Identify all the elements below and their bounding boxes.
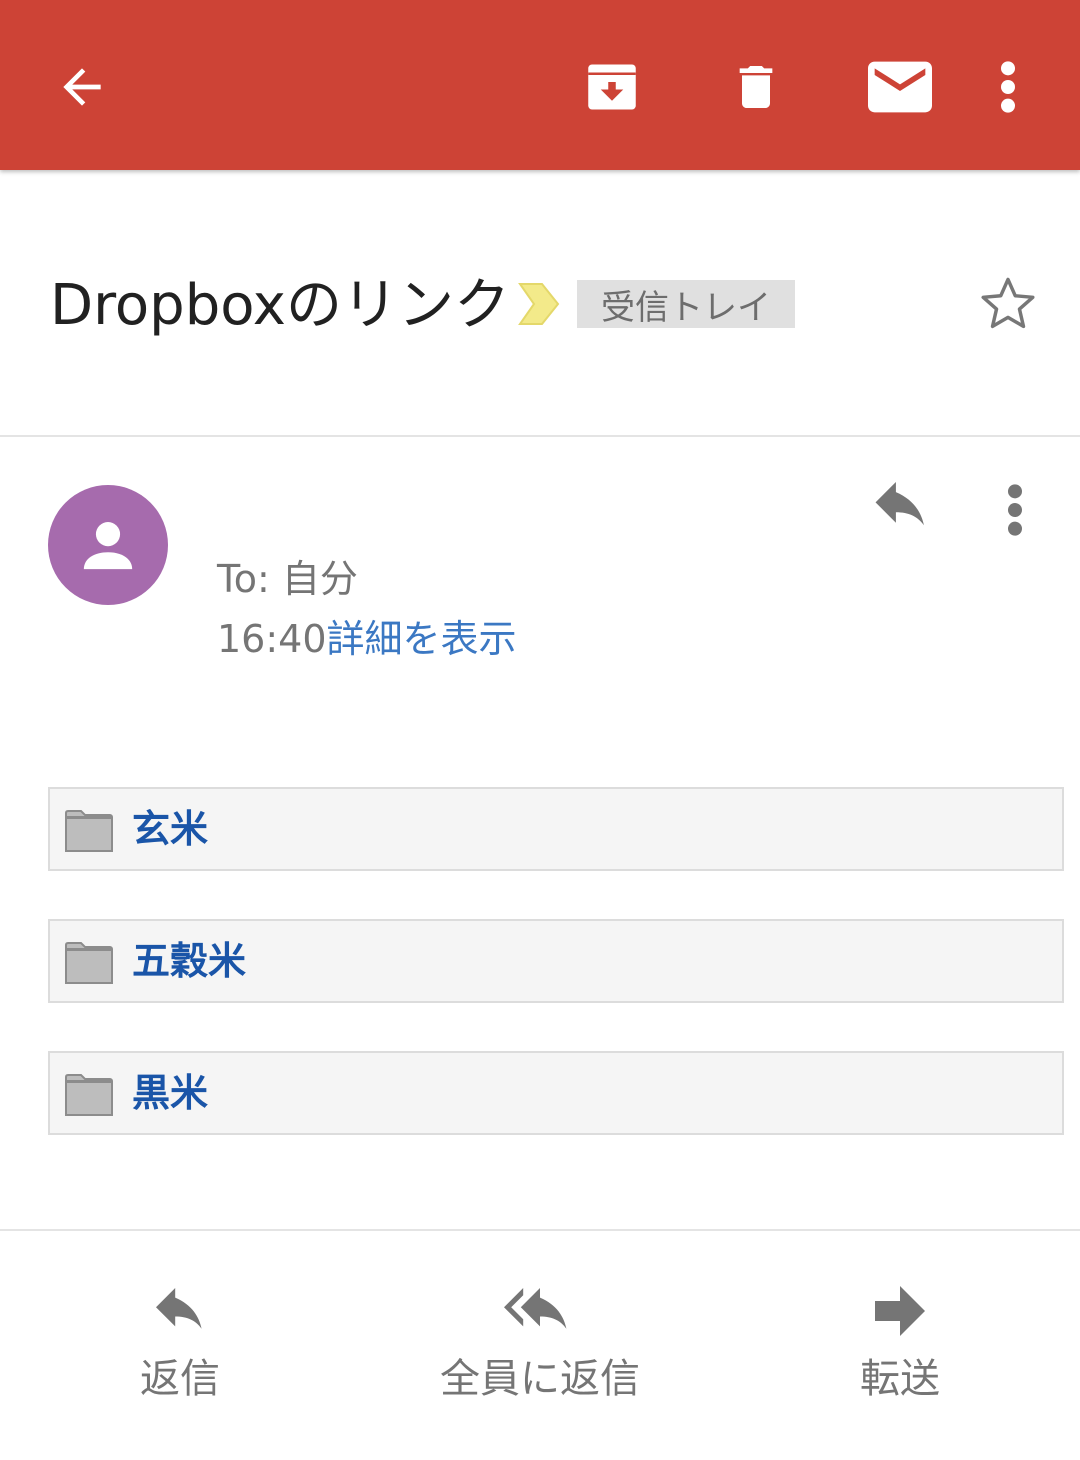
attachment-name: 黒米 (132, 1071, 209, 1115)
reply-icon (156, 1288, 202, 1329)
folder-icon (65, 1074, 114, 1116)
star-icon[interactable] (976, 272, 1040, 336)
subject-divider (0, 435, 1080, 437)
more-options-button[interactable] (980, 45, 1036, 129)
reply-label: 返信 (140, 1356, 220, 1402)
reply-all-button[interactable]: 全員に返信 (390, 1270, 690, 1404)
inbox-label-chip[interactable]: 受信トレイ (577, 280, 795, 328)
mail-icon (868, 61, 932, 113)
archive-icon (588, 64, 636, 110)
show-details-link[interactable]: 詳細を表示 (327, 617, 517, 661)
reply-button[interactable]: 返信 (30, 1270, 330, 1404)
archive-button[interactable] (570, 45, 654, 129)
time-line: 16:40詳細を表示 (217, 608, 517, 663)
more-vert-icon (1001, 61, 1015, 113)
forward-button[interactable]: 転送 (750, 1270, 1050, 1404)
reply-icon[interactable] (870, 482, 932, 538)
arrow-left-icon (63, 68, 101, 106)
attachment-name: 玄米 (132, 807, 209, 851)
folder-icon (65, 942, 114, 984)
attachment-item[interactable]: 五穀米 (48, 919, 1064, 1003)
message-more-icon[interactable] (1004, 482, 1026, 538)
email-subject: Dropboxのリンク (50, 273, 510, 338)
reply-all-label: 全員に返信 (440, 1356, 640, 1402)
forward-icon (875, 1286, 925, 1336)
folder-icon (65, 810, 114, 852)
delete-button[interactable] (714, 45, 798, 129)
important-marker-icon[interactable] (518, 282, 560, 326)
message-time: 16:40 (217, 617, 327, 661)
attachment-item[interactable]: 玄米 (48, 787, 1064, 871)
reply-all-icon (504, 1288, 567, 1329)
forward-label: 転送 (860, 1356, 940, 1402)
trash-icon (739, 66, 773, 108)
recipient-line: To: 自分 (217, 557, 358, 601)
sender-avatar[interactable] (48, 485, 168, 605)
actions-divider (0, 1229, 1080, 1231)
attachment-name: 五穀米 (132, 939, 247, 983)
mark-unread-button[interactable] (856, 45, 944, 129)
app-bar (0, 0, 1080, 170)
attachment-item[interactable]: 黒米 (48, 1051, 1064, 1135)
back-button[interactable] (40, 45, 124, 129)
person-icon (83, 522, 133, 570)
